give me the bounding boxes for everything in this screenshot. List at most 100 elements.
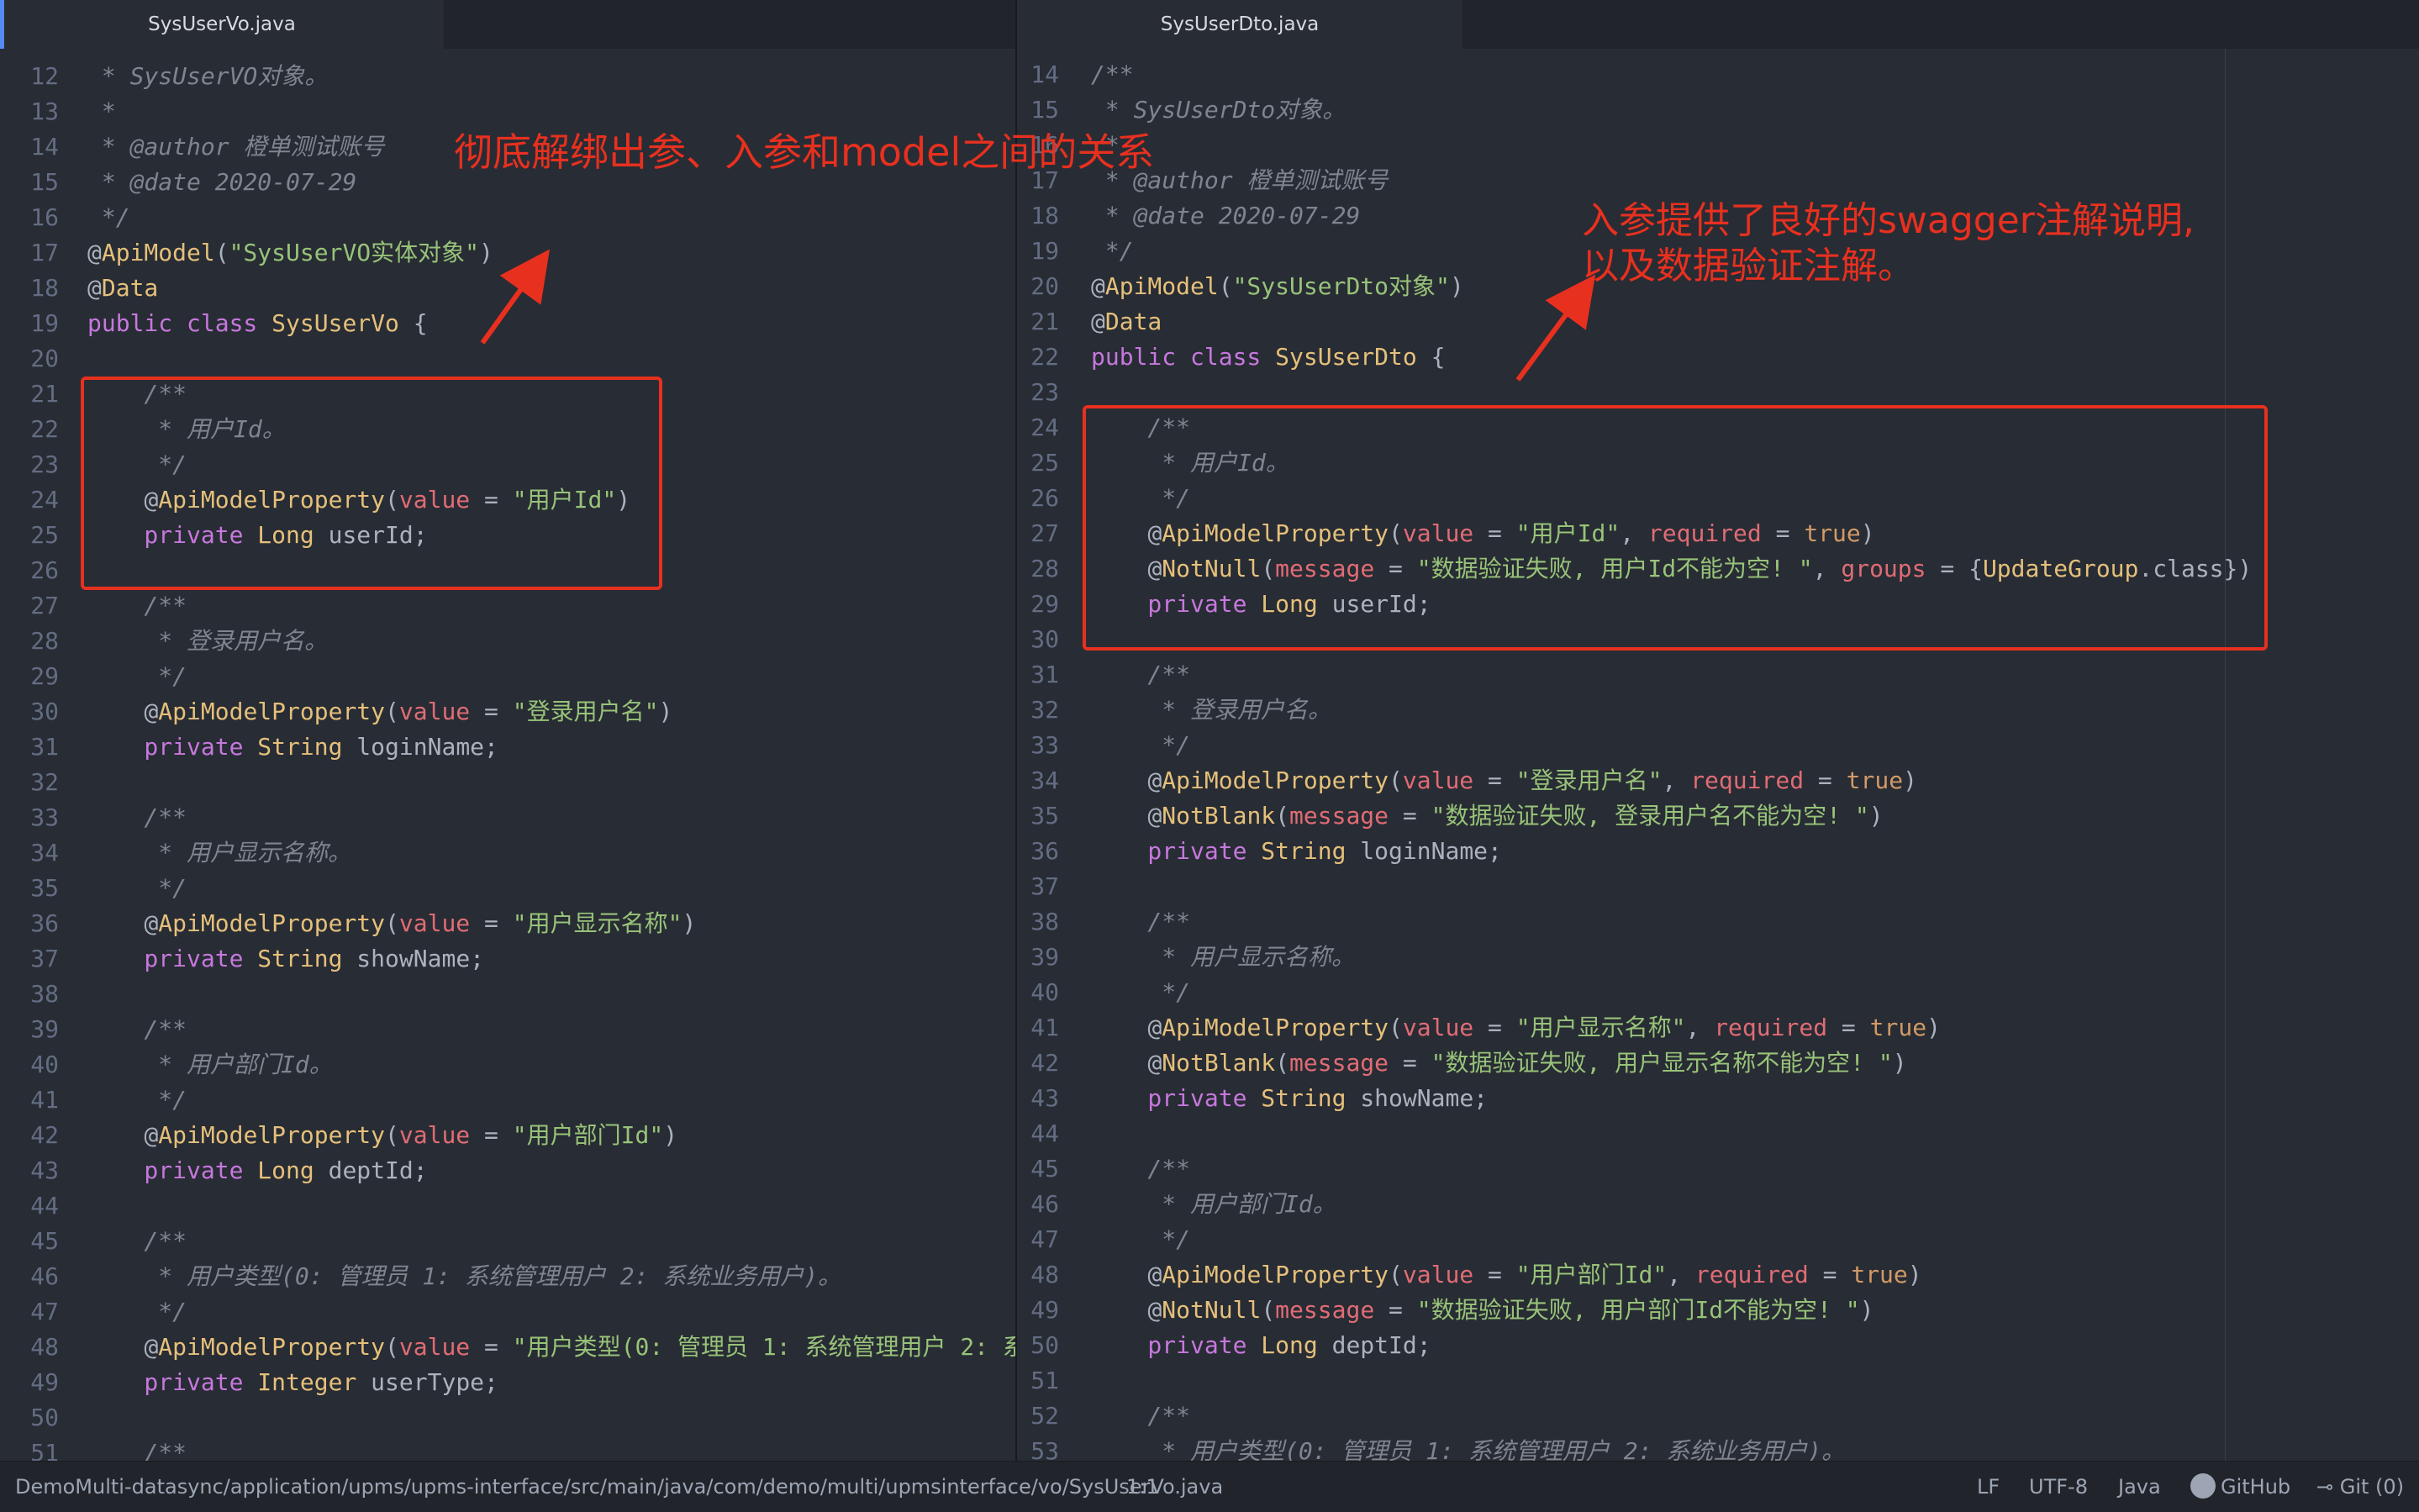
line-number: 21: [30, 380, 59, 408]
code-line[interactable]: 44: [0, 1188, 1015, 1224]
status-file-path[interactable]: DemoMulti-datasync/application/upms/upms…: [15, 1462, 1223, 1512]
code-line[interactable]: 31 private String loginName;: [0, 730, 1015, 765]
code-line[interactable]: 33 /**: [0, 800, 1015, 835]
code-line[interactable]: 16 */: [0, 200, 1015, 235]
status-cursor-position[interactable]: 1:1: [1126, 1462, 1159, 1512]
status-git[interactable]: ⊸ Git (0): [2316, 1462, 2404, 1512]
code-line[interactable]: 18 @Data: [0, 271, 1015, 306]
status-encoding[interactable]: UTF-8: [2029, 1462, 2088, 1512]
code-line[interactable]: 38: [0, 977, 1015, 1012]
code-token: ): [1903, 767, 1917, 794]
code-token: Data: [1104, 308, 1162, 335]
code-line[interactable]: 49 private Integer userType;: [0, 1365, 1015, 1400]
code-line[interactable]: 35 @NotBlank(message = "数据验证失败, 登录用户名不能为…: [1017, 798, 2419, 834]
code-line[interactable]: 43 private Long deptId;: [0, 1153, 1015, 1188]
code-token: value: [1402, 1261, 1474, 1288]
status-git-label: Git (0): [2339, 1475, 2405, 1499]
code-line[interactable]: 31 /**: [1017, 657, 2419, 693]
code-line[interactable]: 42 @ApiModelProperty(value = "用户部门Id"): [0, 1118, 1015, 1153]
code-line[interactable]: 40 */: [1017, 975, 2419, 1010]
code-line[interactable]: 41 */: [0, 1083, 1015, 1118]
code-line[interactable]: 51: [1017, 1363, 2419, 1399]
editor-left[interactable]: 12 * SysUserVO对象。 13 * 14 * @author 橙单测试账号…: [0, 49, 1015, 1471]
code-token: String: [257, 733, 343, 761]
code-line[interactable]: 35 */: [0, 871, 1015, 906]
code-line[interactable]: 47 */: [0, 1294, 1015, 1330]
code-token: {: [1416, 343, 1446, 371]
code-line[interactable]: 41 @ApiModelProperty(value = "用户显示名称", r…: [1017, 1010, 2419, 1046]
code-line[interactable]: 20: [0, 341, 1015, 377]
line-number: 27: [30, 592, 59, 619]
code-line[interactable]: 17 * @author 橙单测试账号: [1017, 163, 2419, 198]
code-token: public class: [87, 309, 272, 337]
code-token: ): [1892, 1049, 1907, 1077]
code-token: (: [214, 239, 229, 266]
code-line[interactable]: 47 */: [1017, 1222, 2419, 1257]
code-token: @: [1147, 1296, 1162, 1324]
code-line[interactable]: 15 * SysUserDto对象。: [1017, 92, 2419, 128]
code-line[interactable]: 49 @NotNull(message = "数据验证失败, 用户部门Id不能为…: [1017, 1293, 2419, 1328]
code-line[interactable]: 17 @ApiModel("SysUserVO实体对象"): [0, 235, 1015, 271]
code-token: deptId;: [1317, 1331, 1431, 1359]
code-line[interactable]: 32 * 登录用户名。: [1017, 693, 2419, 728]
code-token: =: [470, 1333, 513, 1361]
tab-sysuservo[interactable]: SysUserVo.java: [0, 0, 444, 49]
code-line[interactable]: 40 * 用户部门Id。: [0, 1047, 1015, 1083]
code-token: true: [1846, 767, 1904, 794]
code-token: ): [479, 239, 493, 266]
line-number: 31: [30, 733, 59, 761]
status-github[interactable]: GitHub: [2190, 1462, 2290, 1512]
code-line[interactable]: 36 private String loginName;: [1017, 834, 2419, 869]
code-line[interactable]: 16 *: [1017, 128, 2419, 163]
code-line[interactable]: 33 */: [1017, 728, 2419, 763]
code-line[interactable]: 52 /**: [1017, 1399, 2419, 1434]
code-line[interactable]: 34 @ApiModelProperty(value = "登录用户名", re…: [1017, 763, 2419, 798]
line-number: 46: [30, 1262, 59, 1290]
code-token: showName;: [1346, 1084, 1489, 1112]
code-line[interactable]: 21 @Data: [1017, 304, 2419, 340]
code-line[interactable]: 37: [1017, 869, 2419, 904]
code-token: * 登录用户名。: [1091, 696, 1332, 724]
code-line[interactable]: 37 private String showName;: [0, 941, 1015, 977]
code-token: ApiModelProperty: [158, 1333, 386, 1361]
code-token: *: [87, 97, 116, 125]
code-line[interactable]: 12 * SysUserVO对象。: [0, 59, 1015, 94]
code-token: Integer: [257, 1368, 357, 1396]
code-line[interactable]: 19 public class SysUserVo {: [0, 306, 1015, 341]
code-token: "用户显示名称": [512, 909, 682, 937]
code-line[interactable]: 48 @ApiModelProperty(value = "用户部门Id", r…: [1017, 1257, 2419, 1293]
code-line[interactable]: 36 @ApiModelProperty(value = "用户显示名称"): [0, 906, 1015, 941]
code-line[interactable]: 30 @ApiModelProperty(value = "登录用户名"): [0, 694, 1015, 730]
code-line[interactable]: 27 /**: [0, 588, 1015, 624]
tab-sysuserdto[interactable]: SysUserDto.java: [1017, 0, 1462, 49]
code-line[interactable]: 43 private String showName;: [1017, 1081, 2419, 1116]
code-line[interactable]: 38 /**: [1017, 904, 2419, 940]
code-line[interactable]: 34 * 用户显示名称。: [0, 835, 1015, 871]
code-line[interactable]: 42 @NotBlank(message = "数据验证失败, 用户显示名称不能…: [1017, 1046, 2419, 1081]
code-token: userType;: [356, 1368, 498, 1396]
code-line[interactable]: 50: [0, 1400, 1015, 1436]
code-line[interactable]: 29 */: [0, 659, 1015, 694]
code-line[interactable]: 14 /**: [1017, 57, 2419, 92]
code-line[interactable]: 44: [1017, 1116, 2419, 1151]
code-line[interactable]: 46 * 用户类型(0: 管理员 1: 系统管理用户 2: 系统业务用户)。: [0, 1259, 1015, 1294]
code-line[interactable]: 39 * 用户显示名称。: [1017, 940, 2419, 975]
status-grammar[interactable]: Java: [2118, 1462, 2161, 1512]
code-line[interactable]: 45 /**: [0, 1224, 1015, 1259]
code-line[interactable]: 48 @ApiModelProperty(value = "用户类型(0: 管理…: [0, 1330, 1015, 1365]
code-line[interactable]: 46 * 用户部门Id。: [1017, 1187, 2419, 1222]
code-line[interactable]: 32: [0, 765, 1015, 800]
code-line[interactable]: 45 /**: [1017, 1151, 2419, 1187]
code-line[interactable]: 39 /**: [0, 1012, 1015, 1047]
line-number: 14: [1030, 61, 1059, 88]
code-token: "登录用户名": [512, 698, 659, 725]
line-number: 45: [30, 1227, 59, 1255]
status-line-ending[interactable]: LF: [1977, 1462, 2000, 1512]
code-line[interactable]: 50 private Long deptId;: [1017, 1328, 2419, 1363]
line-number: 13: [30, 97, 59, 125]
code-token: * 用户类型(0: 管理员 1: 系统管理用户 2: 系统业务用户)。: [87, 1262, 842, 1290]
code-line[interactable]: 28 * 登录用户名。: [0, 624, 1015, 659]
code-line[interactable]: 22 public class SysUserDto {: [1017, 340, 2419, 375]
